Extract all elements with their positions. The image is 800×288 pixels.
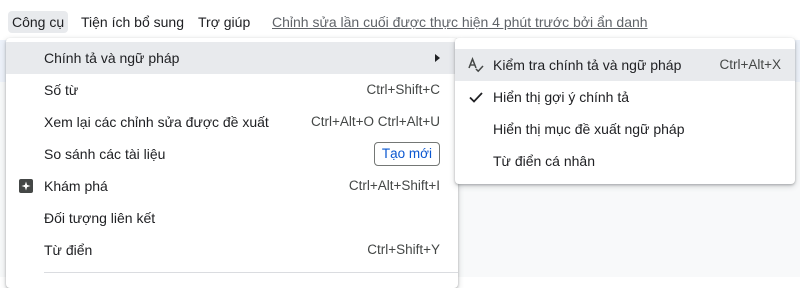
check-icon: [467, 89, 485, 105]
menu-item-shortcut: Ctrl+Shift+Y: [367, 242, 440, 257]
explore-icon: [18, 178, 34, 194]
menu-item-shortcut: Ctrl+Alt+O Ctrl+Alt+U: [310, 114, 440, 129]
submenu-item-personal-dictionary[interactable]: Từ điển cá nhân: [455, 145, 795, 177]
spelling-grammar-submenu: Kiểm tra chính tả và ngữ pháp Ctrl+Alt+X…: [455, 38, 795, 184]
menu-item-label: Chính tả và ngữ pháp: [44, 50, 180, 66]
submenu-item-label: Hiển thị gợi ý chính tả: [493, 89, 630, 105]
submenu-item-show-spelling-suggestions[interactable]: Hiển thị gợi ý chính tả: [455, 81, 795, 113]
menu-item-compare-documents[interactable]: So sánh các tài liệu Tạo mới: [6, 138, 458, 170]
menu-divider: [44, 272, 458, 273]
new-badge: Tạo mới: [373, 142, 440, 166]
menu-item-explore[interactable]: Khám phá Ctrl+Alt+Shift+I: [6, 170, 458, 202]
submenu-item-label: Hiển thị mục đề xuất ngữ pháp: [493, 121, 685, 137]
menu-extensions[interactable]: Tiện ích bổ sung: [77, 11, 188, 33]
menu-item-label: Số từ: [44, 82, 79, 98]
menu-item-dictionary[interactable]: Từ điển Ctrl+Shift+Y: [6, 234, 458, 266]
menu-item-spelling-grammar[interactable]: Chính tả và ngữ pháp: [6, 42, 458, 74]
submenu-item-label: Từ điển cá nhân: [493, 153, 595, 169]
menu-item-review-suggested-edits[interactable]: Xem lại các chỉnh sửa được đề xuất Ctrl+…: [6, 106, 458, 138]
menu-item-label: Từ điển: [44, 242, 93, 258]
menubar: Công cụ Tiện ích bổ sung Trợ giúp Chỉnh …: [0, 0, 800, 40]
submenu-item-shortcut: Ctrl+Alt+X: [719, 57, 781, 72]
menu-item-label: Khám phá: [44, 178, 108, 194]
menu-tools[interactable]: Công cụ: [8, 11, 69, 33]
submenu-arrow-icon: [435, 54, 440, 62]
menu-item-label: Xem lại các chỉnh sửa được đề xuất: [44, 114, 269, 130]
menu-item-shortcut: Ctrl+Shift+C: [366, 82, 440, 97]
submenu-item-spell-check[interactable]: Kiểm tra chính tả và ngữ pháp Ctrl+Alt+X: [455, 49, 795, 81]
menu-item-label: Đối tượng liên kết: [44, 210, 156, 226]
menu-item-linked-objects[interactable]: Đối tượng liên kết: [6, 202, 458, 234]
menu-help[interactable]: Trợ giúp: [194, 11, 254, 33]
tools-dropdown: Chính tả và ngữ pháp Số từ Ctrl+Shift+C …: [6, 38, 458, 288]
spellcheck-icon: [467, 56, 485, 73]
submenu-item-show-grammar-suggestions[interactable]: Hiển thị mục đề xuất ngữ pháp: [455, 113, 795, 145]
menu-item-label: So sánh các tài liệu: [44, 146, 166, 162]
menu-item-shortcut: Ctrl+Alt+Shift+I: [348, 178, 440, 193]
last-edit-link[interactable]: Chỉnh sửa lần cuối được thực hiện 4 phút…: [272, 11, 648, 33]
submenu-item-label: Kiểm tra chính tả và ngữ pháp: [493, 57, 682, 73]
menu-item-word-count[interactable]: Số từ Ctrl+Shift+C: [6, 74, 458, 106]
